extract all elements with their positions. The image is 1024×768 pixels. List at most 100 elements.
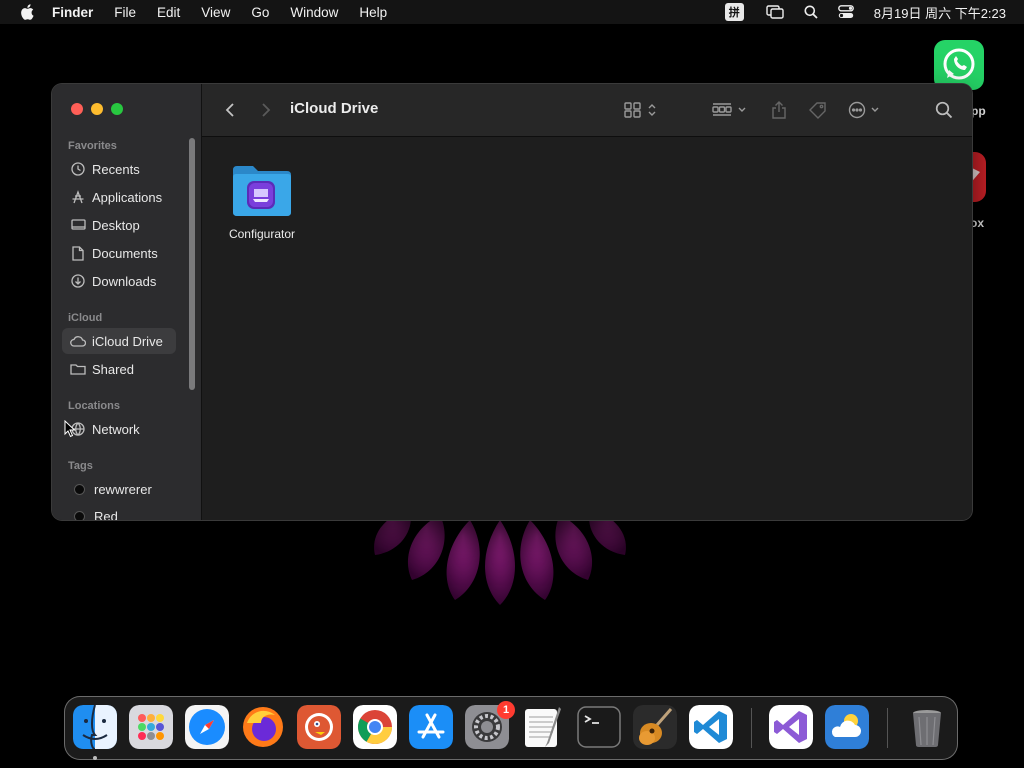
control-center-icon[interactable] — [837, 5, 854, 19]
sidebar-item-tag-red[interactable]: Red — [62, 503, 176, 520]
sidebar-item-documents[interactable]: Documents — [62, 240, 176, 266]
sidebar-item-shared[interactable]: Shared — [62, 356, 176, 382]
menu-window[interactable]: Window — [290, 5, 338, 20]
group-by-button[interactable] — [712, 98, 750, 122]
sidebar-item-label: Applications — [92, 189, 163, 205]
sidebar-item-icloud-drive[interactable]: iCloud Drive — [62, 328, 176, 354]
menu-file[interactable]: File — [114, 5, 136, 20]
dock-item-firefox[interactable] — [241, 705, 285, 749]
app-store-icon — [409, 705, 453, 749]
sidebar-item-tag-rewwrerer[interactable]: rewwrerer — [62, 476, 176, 502]
dock-item-visual-studio[interactable] — [769, 705, 813, 749]
finder-sidebar: Favorites Recents Applications Desktop D… — [52, 84, 202, 520]
ellipsis-circle-icon — [848, 101, 879, 119]
sidebar-item-label: Desktop — [92, 217, 140, 233]
dock-item-launchpad[interactable] — [129, 705, 173, 749]
sidebar-section-tags: Tags — [68, 460, 93, 472]
dock-item-trash[interactable] — [905, 705, 949, 749]
dock-item-finder[interactable] — [73, 705, 117, 749]
tag-dot-icon — [74, 483, 85, 495]
menu-view[interactable]: View — [201, 5, 230, 20]
menu-bar-clock[interactable]: 8月19日 周六 下午2:23 — [874, 3, 1006, 22]
menu-edit[interactable]: Edit — [157, 5, 180, 20]
minimize-button[interactable] — [91, 103, 103, 115]
desktop-icon — [70, 217, 86, 233]
tag-dot-icon — [74, 510, 85, 520]
sidebar-item-label: Network — [92, 421, 140, 437]
dock-item-duckduckgo[interactable] — [297, 705, 341, 749]
spotlight-search-icon[interactable] — [804, 5, 818, 19]
finder-window: Favorites Recents Applications Desktop D… — [52, 84, 972, 520]
download-icon — [70, 273, 86, 289]
dock-item-weather[interactable] — [825, 705, 869, 749]
finder-toolbar: iCloud Drive — [202, 84, 972, 137]
weather-icon — [825, 705, 869, 749]
launchpad-icon — [129, 705, 173, 749]
safari-icon — [185, 705, 229, 749]
share-icon — [772, 101, 786, 119]
running-indicator — [93, 756, 97, 760]
menu-go[interactable]: Go — [251, 5, 269, 20]
share-button[interactable] — [770, 98, 788, 122]
sidebar-item-label: Recents — [92, 161, 140, 177]
menu-help[interactable]: Help — [359, 5, 387, 20]
group-icon — [712, 103, 746, 116]
visual-studio-icon — [769, 705, 813, 749]
sidebar-section-locations: Locations — [68, 400, 120, 412]
duckduckgo-icon — [297, 705, 341, 749]
cloud-icon — [70, 333, 86, 349]
dock-item-terminal[interactable] — [577, 705, 621, 749]
desktop-label-parallels-toolbox: ox — [970, 216, 985, 230]
document-icon — [70, 245, 86, 261]
sidebar-item-label: Red — [94, 508, 118, 521]
close-button[interactable] — [71, 103, 83, 115]
sidebar-item-desktop[interactable]: Desktop — [62, 212, 176, 238]
sidebar-scrollbar[interactable] — [189, 138, 195, 390]
trash-icon — [913, 710, 941, 747]
finder-icon — [73, 705, 117, 749]
back-button[interactable] — [222, 98, 238, 122]
sidebar-item-label: Documents — [92, 245, 158, 261]
dock-item-safari[interactable] — [185, 705, 229, 749]
sidebar-item-applications[interactable]: Applications — [62, 184, 176, 210]
dock-item-app-store[interactable] — [409, 705, 453, 749]
sidebar-item-label: Downloads — [92, 273, 157, 289]
zoom-button[interactable] — [111, 103, 123, 115]
sidebar-item-label: rewwrerer — [94, 481, 152, 497]
guitar-icon — [633, 705, 677, 749]
input-method-indicator[interactable]: 拼 — [724, 3, 744, 21]
dock-item-textedit[interactable] — [521, 705, 565, 749]
window-title: iCloud Drive — [290, 100, 379, 117]
apple-menu-icon[interactable] — [20, 4, 34, 20]
screen-mirroring-icon[interactable] — [766, 5, 784, 19]
sidebar-item-label: iCloud Drive — [92, 333, 163, 349]
window-controls — [71, 103, 123, 115]
vscode-icon — [689, 705, 733, 749]
sidebar-item-network[interactable]: Network — [62, 416, 176, 442]
view-mode-button[interactable] — [624, 98, 660, 122]
search-button[interactable] — [934, 98, 954, 122]
folder-icon — [233, 166, 291, 216]
menu-app-finder[interactable]: Finder — [52, 5, 93, 20]
chrome-icon — [353, 705, 397, 749]
more-actions-button[interactable] — [848, 98, 886, 122]
clock-icon — [70, 161, 86, 177]
tag-button[interactable] — [808, 98, 828, 122]
notification-badge: 1 — [497, 701, 515, 719]
dock: 1 — [64, 696, 958, 760]
sidebar-item-recents[interactable]: Recents — [62, 156, 176, 182]
dock-item-vscode[interactable] — [689, 705, 733, 749]
file-item-label: Configurator — [228, 227, 296, 241]
sidebar-item-downloads[interactable]: Downloads — [62, 268, 176, 294]
firefox-icon — [243, 707, 283, 747]
finder-content: iCloud Drive Configurator — [202, 84, 972, 520]
file-item-configurator[interactable]: Configurator — [220, 164, 304, 241]
applications-icon — [70, 189, 86, 205]
forward-button[interactable] — [258, 98, 274, 122]
whatsapp-icon — [934, 40, 984, 90]
terminal-icon — [577, 706, 621, 748]
dock-item-garageband[interactable] — [633, 705, 677, 749]
dock-item-chrome[interactable] — [353, 705, 397, 749]
shared-folder-icon — [70, 361, 86, 377]
search-icon — [935, 101, 953, 119]
